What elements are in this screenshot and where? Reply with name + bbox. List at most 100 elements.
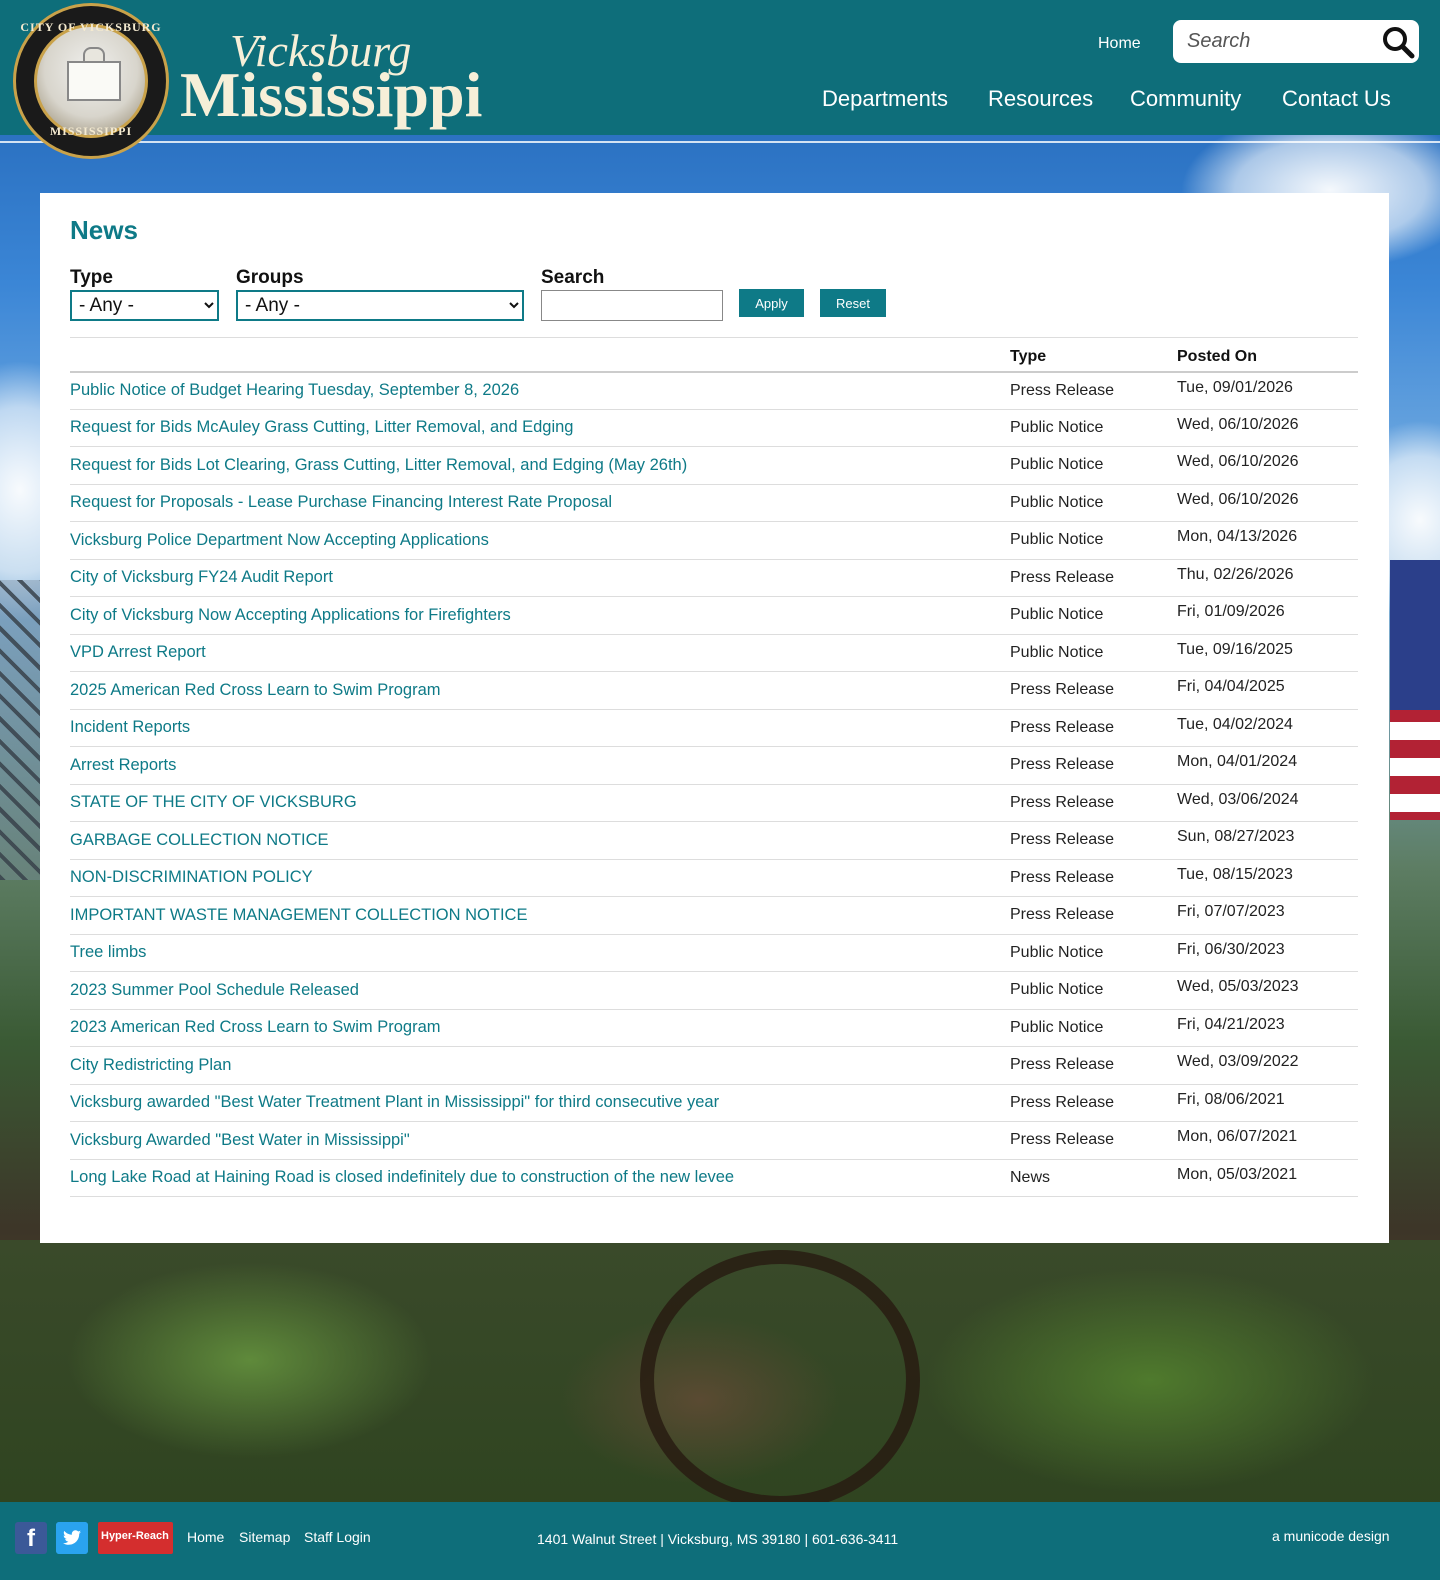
- news-title-link[interactable]: STATE OF THE CITY OF VICKSBURG: [70, 793, 357, 811]
- news-posted-cell: Fri, 08/06/2021: [1177, 1084, 1358, 1122]
- twitter-icon[interactable]: [56, 1522, 88, 1554]
- news-title-cell: Vicksburg Police Department Now Acceptin…: [70, 521, 1010, 560]
- footer-home-link[interactable]: Home: [187, 1529, 224, 1545]
- news-posted-cell: Fri, 04/21/2023: [1177, 1009, 1358, 1047]
- news-title-cell: Incident Reports: [70, 709, 1010, 747]
- news-type-cell: Press Release: [1010, 784, 1177, 822]
- table-row: Request for Bids Lot Clearing, Grass Cut…: [70, 446, 1358, 485]
- news-posted-cell: Tue, 09/01/2026: [1177, 371, 1358, 410]
- news-title-link[interactable]: Arrest Reports: [70, 756, 176, 774]
- table-row: 2023 Summer Pool Schedule Released Public…: [70, 971, 1358, 1010]
- groups-filter-label: Groups: [236, 267, 304, 288]
- news-title-link[interactable]: VPD Arrest Report: [70, 643, 206, 661]
- news-title-cell: Vicksburg Awarded "Best Water in Mississ…: [70, 1121, 1010, 1160]
- table-header-row: Type Posted On: [70, 337, 1358, 373]
- table-row: Request for Bids McAuley Grass Cutting, …: [70, 409, 1358, 447]
- bridge-structure: [0, 580, 40, 880]
- news-title-link[interactable]: Long Lake Road at Haining Road is closed…: [70, 1168, 734, 1186]
- news-title-link[interactable]: GARBAGE COLLECTION NOTICE: [70, 831, 329, 849]
- reset-button[interactable]: Reset: [820, 289, 886, 317]
- news-title-link[interactable]: Vicksburg Awarded "Best Water in Mississ…: [70, 1131, 410, 1149]
- news-type-cell: Press Release: [1010, 1121, 1177, 1160]
- news-title-link[interactable]: 2025 American Red Cross Learn to Swim Pr…: [70, 681, 441, 699]
- table-row: Public Notice of Budget Hearing Tuesday,…: [70, 371, 1358, 410]
- footer-sitemap-link[interactable]: Sitemap: [239, 1529, 290, 1545]
- table-row: Incident Reports Press Release Tue, 04/02/…: [70, 709, 1358, 747]
- news-title-link[interactable]: Tree limbs: [70, 943, 146, 961]
- table-row: VPD Arrest Report Public Notice Tue, 09/16…: [70, 634, 1358, 672]
- news-posted-cell: Fri, 01/09/2026: [1177, 596, 1358, 635]
- news-title-link[interactable]: NON-DISCRIMINATION POLICY: [70, 868, 313, 886]
- nav-community[interactable]: Community: [1130, 86, 1241, 112]
- facebook-icon[interactable]: f: [15, 1522, 47, 1554]
- news-posted-cell: Tue, 08/15/2023: [1177, 859, 1358, 897]
- table-row: 2025 American Red Cross Learn to Swim Pr…: [70, 671, 1358, 710]
- search-filter-input[interactable]: [541, 290, 723, 321]
- news-posted-cell: Fri, 06/30/2023: [1177, 934, 1358, 972]
- news-title-cell: Request for Bids McAuley Grass Cutting, …: [70, 409, 1010, 447]
- table-row: City Redistricting Plan Press Release Wed,…: [70, 1046, 1358, 1085]
- news-title-link[interactable]: Request for Bids Lot Clearing, Grass Cut…: [70, 456, 687, 474]
- table-row: Vicksburg Police Department Now Acceptin…: [70, 521, 1358, 560]
- news-title-link[interactable]: 2023 Summer Pool Schedule Released: [70, 981, 359, 999]
- news-posted-cell: Tue, 04/02/2024: [1177, 709, 1358, 747]
- news-title-cell: City of Vicksburg Now Accepting Applicat…: [70, 596, 1010, 635]
- header-search: [1173, 20, 1419, 63]
- table-row: GARBAGE COLLECTION NOTICE Press Release Su…: [70, 821, 1358, 860]
- nav-resources[interactable]: Resources: [988, 86, 1093, 112]
- news-type-cell: News: [1010, 1159, 1177, 1197]
- news-title-link[interactable]: Incident Reports: [70, 718, 190, 736]
- news-title-cell: NON-DISCRIMINATION POLICY: [70, 859, 1010, 897]
- footer-address: 1401 Walnut Street | Vicksburg, MS 39180…: [537, 1531, 899, 1547]
- news-card: News Type - Any - Groups - Any - Search …: [40, 193, 1389, 1243]
- table-row: IMPORTANT WASTE MANAGEMENT COLLECTION NO…: [70, 896, 1358, 935]
- nav-departments[interactable]: Departments: [822, 86, 948, 112]
- news-title-link[interactable]: City of Vicksburg Now Accepting Applicat…: [70, 606, 511, 624]
- header-home-link[interactable]: Home: [1098, 35, 1141, 53]
- nav-contact-us[interactable]: Contact Us: [1282, 86, 1391, 112]
- header-search-input[interactable]: [1187, 28, 1377, 54]
- news-title-link[interactable]: Request for Proposals - Lease Purchase F…: [70, 493, 612, 511]
- column-header-type[interactable]: Type: [1010, 337, 1177, 373]
- news-title-cell: 2023 American Red Cross Learn to Swim Pr…: [70, 1009, 1010, 1047]
- news-posted-cell: Thu, 02/26/2026: [1177, 559, 1358, 597]
- table-row: Tree limbs Public Notice Fri, 06/30/2023: [70, 934, 1358, 972]
- news-type-cell: Press Release: [1010, 1046, 1177, 1085]
- news-title-link[interactable]: City Redistricting Plan: [70, 1056, 231, 1074]
- footer-staff-login-link[interactable]: Staff Login: [304, 1529, 371, 1545]
- groups-filter-select[interactable]: - Any -: [236, 290, 524, 321]
- news-title-cell: STATE OF THE CITY OF VICKSBURG: [70, 784, 1010, 822]
- news-posted-cell: Mon, 05/03/2021: [1177, 1159, 1358, 1197]
- news-title-link[interactable]: 2023 American Red Cross Learn to Swim Pr…: [70, 1018, 441, 1036]
- table-row: Vicksburg Awarded "Best Water in Mississ…: [70, 1121, 1358, 1160]
- news-title-link[interactable]: Vicksburg Police Department Now Acceptin…: [70, 531, 489, 549]
- city-seal-logo[interactable]: CITY OF VICKSBURG MISSISSIPPI: [13, 3, 169, 159]
- news-posted-cell: Tue, 09/16/2025: [1177, 634, 1358, 672]
- table-row: NON-DISCRIMINATION POLICY Press Release Tu…: [70, 859, 1358, 897]
- type-filter-select[interactable]: - Any -: [70, 290, 219, 321]
- news-title-cell: Public Notice of Budget Hearing Tuesday,…: [70, 371, 1010, 410]
- news-title-link[interactable]: Request for Bids McAuley Grass Cutting, …: [70, 418, 573, 436]
- news-type-cell: Press Release: [1010, 559, 1177, 597]
- news-posted-cell: Fri, 07/07/2023: [1177, 896, 1358, 935]
- news-title-link[interactable]: Vicksburg awarded "Best Water Treatment …: [70, 1093, 719, 1111]
- news-posted-cell: Wed, 03/09/2022: [1177, 1046, 1358, 1085]
- news-title-link[interactable]: City of Vicksburg FY24 Audit Report: [70, 568, 333, 586]
- news-title-cell: GARBAGE COLLECTION NOTICE: [70, 821, 1010, 860]
- news-title-link[interactable]: Public Notice of Budget Hearing Tuesday,…: [70, 381, 519, 399]
- logo-main-text[interactable]: Mississippi: [180, 58, 482, 132]
- news-title-link[interactable]: IMPORTANT WASTE MANAGEMENT COLLECTION NO…: [70, 906, 527, 924]
- table-row: City of Vicksburg Now Accepting Applicat…: [70, 596, 1358, 635]
- news-type-cell: Public Notice: [1010, 596, 1177, 635]
- search-icon[interactable]: [1381, 25, 1415, 59]
- column-header-posted-on[interactable]: Posted On: [1177, 337, 1358, 373]
- type-filter-label: Type: [70, 267, 113, 288]
- news-type-cell: Press Release: [1010, 859, 1177, 897]
- apply-button[interactable]: Apply: [739, 289, 804, 317]
- news-type-cell: Press Release: [1010, 1084, 1177, 1122]
- site-footer: f Hyper-Reach Home Sitemap Staff Login 1…: [0, 1502, 1440, 1580]
- seal-building: [67, 61, 121, 101]
- footer-credit[interactable]: a municode design: [1272, 1528, 1390, 1544]
- hyperreach-badge[interactable]: Hyper-Reach: [98, 1522, 173, 1554]
- table-row: Arrest Reports Press Release Mon, 04/01/20…: [70, 746, 1358, 785]
